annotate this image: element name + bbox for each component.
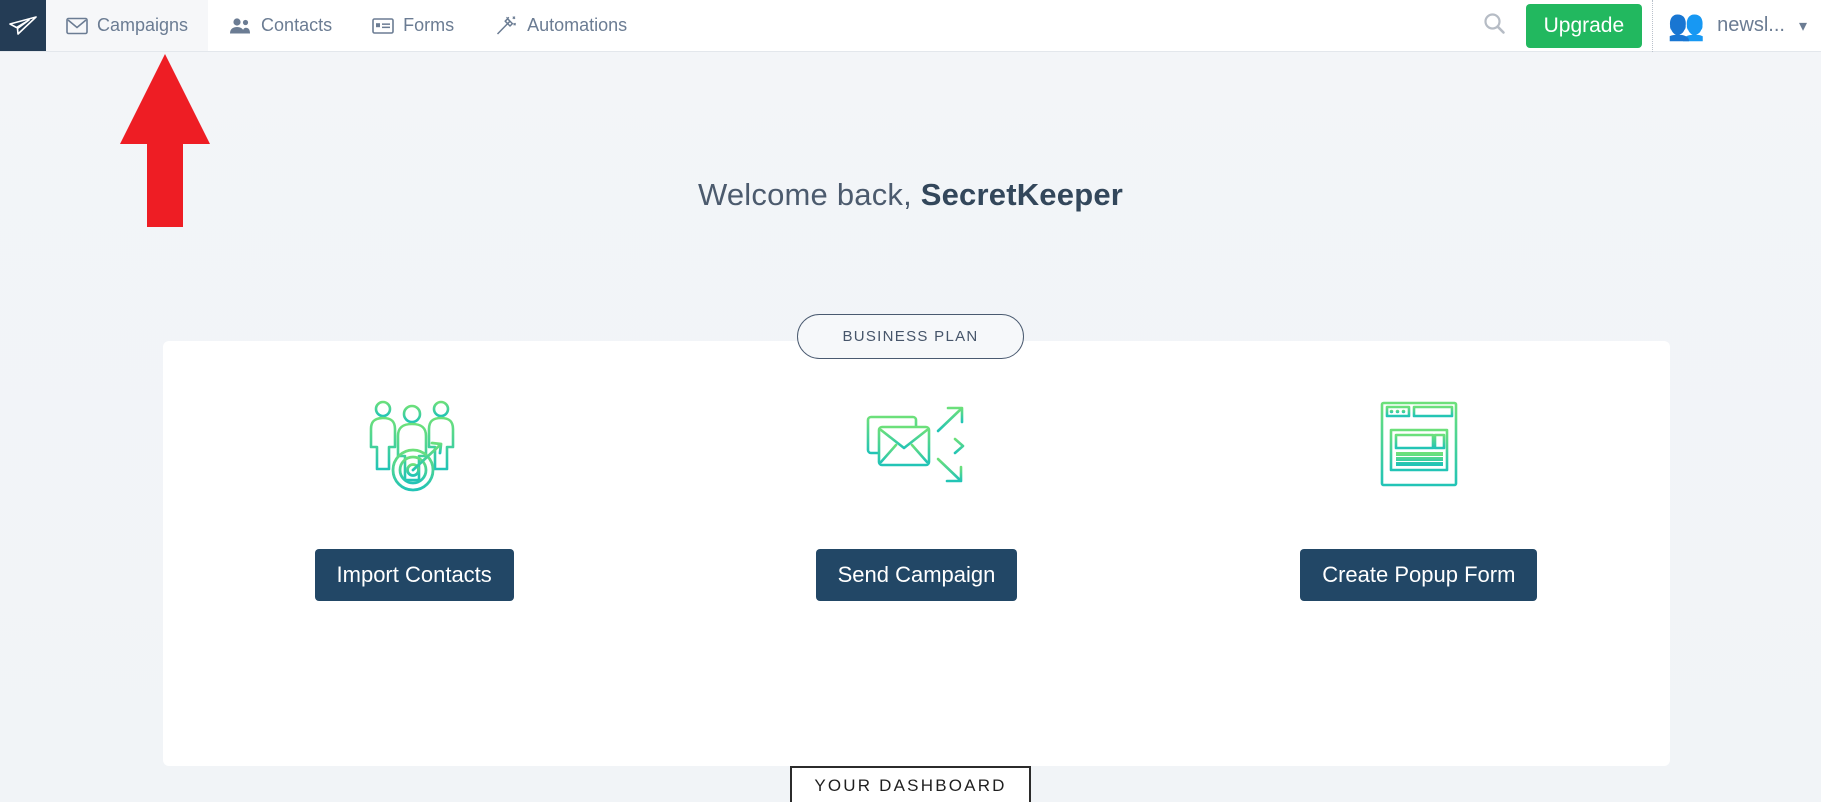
avatar: 👥 — [1667, 8, 1705, 42]
import-contacts-button[interactable]: Import Contacts — [314, 549, 514, 601]
top-navigation-bar: Campaigns Contacts Forms Automations Upg… — [0, 0, 1821, 52]
main-content: Welcome back, SecretKeeper BUSINESS PLAN — [0, 52, 1821, 802]
create-popup-form-button[interactable]: Create Popup Form — [1300, 549, 1538, 601]
send-campaign-button[interactable]: Send Campaign — [815, 549, 1018, 601]
quick-action-import-contacts: Import Contacts — [163, 341, 665, 601]
nav-item-automations[interactable]: Automations — [474, 0, 647, 51]
account-name: newsl... — [1717, 14, 1785, 36]
quick-action-create-popup-form: Create Popup Form — [1168, 341, 1670, 601]
status-badge: BUSINESS PLAN — [797, 314, 1024, 359]
paper-plane-icon — [9, 15, 37, 36]
nav-item-contacts[interactable]: Contacts — [208, 0, 352, 51]
nav-divider — [1652, 0, 1654, 52]
import-contacts-icon — [362, 397, 466, 493]
welcome-heading: Welcome back, SecretKeeper — [0, 52, 1821, 213]
welcome-username: SecretKeeper — [920, 177, 1124, 212]
people-icon — [228, 17, 252, 35]
chevron-down-icon: ▾ — [1798, 17, 1807, 35]
magic-wand-icon — [494, 15, 518, 37]
nav-item-contacts-label: Contacts — [261, 15, 333, 35]
search-icon — [1482, 11, 1506, 40]
nav-item-campaigns-label: Campaigns — [97, 15, 189, 35]
app-logo[interactable] — [0, 0, 46, 51]
nav-item-campaigns[interactable]: Campaigns — [46, 0, 209, 51]
application-window: Campaigns Contacts Forms Automations Upg… — [0, 0, 1821, 802]
search-button[interactable] — [1468, 0, 1520, 52]
nav-item-forms[interactable]: Forms — [352, 0, 474, 51]
send-campaign-icon — [862, 397, 970, 493]
envelope-icon — [66, 17, 88, 35]
upgrade-button[interactable]: Upgrade — [1525, 3, 1643, 48]
plan-badge-wrapper: BUSINESS PLAN — [0, 314, 1821, 359]
nav-item-forms-label: Forms — [403, 15, 455, 35]
create-popup-form-icon — [1378, 397, 1460, 493]
welcome-prefix: Welcome back, — [697, 177, 921, 212]
your-dashboard-button[interactable]: YOUR DASHBOARD — [790, 766, 1031, 802]
quick-action-send-campaign: Send Campaign — [665, 341, 1167, 601]
form-icon — [372, 17, 394, 35]
nav-items: Campaigns Contacts Forms Automations — [46, 0, 647, 51]
nav-item-automations-label: Automations — [527, 15, 628, 35]
nav-right-group: Upgrade 👥 newsl... ▾ — [1468, 0, 1821, 52]
quick-actions-card: Import Contacts Send Campaign Create Pop… — [163, 341, 1670, 766]
account-menu[interactable]: 👥 newsl... ▾ — [1667, 7, 1807, 45]
dashboard-section: YOUR DASHBOARD ⌄ — [0, 766, 1821, 802]
